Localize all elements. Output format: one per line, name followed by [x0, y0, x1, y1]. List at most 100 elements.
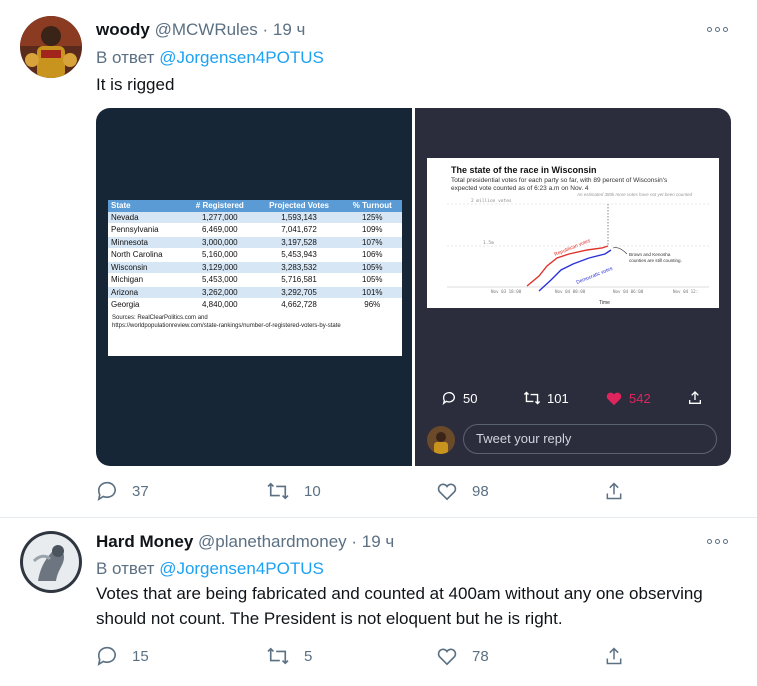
more-options-icon[interactable]	[707, 536, 731, 546]
timestamp[interactable]: · 19 ч	[351, 532, 394, 551]
avatar[interactable]	[20, 16, 82, 78]
more-options-icon[interactable]	[707, 24, 731, 34]
table-cell: North Carolina	[108, 248, 185, 262]
annotation: An estimated 380k more votes have not ye…	[576, 192, 693, 197]
reply-handle-link[interactable]: @Jorgensen4POTUS	[159, 559, 324, 578]
table-cell: Nevada	[108, 211, 185, 224]
inner-avatar	[427, 426, 455, 454]
x-tick: Nov 03 18:00	[491, 289, 522, 294]
inner-retweet-button[interactable]: 101	[523, 390, 569, 406]
table-cell: Georgia	[108, 298, 185, 312]
table-cell: 5,160,000	[184, 248, 256, 262]
y-label: 2 million votes	[471, 198, 512, 204]
like-button[interactable]: 98	[436, 481, 489, 501]
table-row: Michigan 5,453,000 5,716,581 105%	[108, 273, 402, 287]
table-row: Pennsylvania 6,469,000 7,041,672 109%	[108, 223, 402, 237]
table-cell: 109%	[342, 223, 402, 237]
chart-plot: 2 million votes 1.5m An estimated 380k m…	[447, 192, 709, 306]
table-cell: 3,000,000	[184, 236, 256, 249]
like-button[interactable]: 78	[436, 646, 489, 666]
timestamp[interactable]: · 19 ч	[263, 20, 306, 39]
inner-reply-button[interactable]: 50	[441, 390, 477, 406]
retweet-icon	[267, 482, 289, 500]
tweet-header: Hard Money @planethardmoney · 19 ч	[96, 531, 394, 553]
table-cell: 107%	[342, 236, 402, 249]
table-cell: Michigan	[108, 273, 185, 287]
reply-button[interactable]: 15	[96, 646, 149, 666]
inner-like-count: 542	[629, 390, 651, 406]
table-cell: 101%	[342, 286, 402, 299]
tweet[interactable]: woody @MCWRules · 19 ч В ответ @Jorgense…	[0, 0, 757, 518]
share-icon	[606, 482, 622, 500]
table-cell: 3,283,532	[255, 261, 343, 274]
reply-context: В ответ @Jorgensen4POTUS	[96, 558, 324, 580]
author-name[interactable]: woody	[96, 20, 150, 39]
inner-reply-box: Tweet your reply	[427, 424, 717, 456]
heart-icon	[437, 648, 457, 666]
heart-filled-icon	[606, 392, 622, 406]
tweet[interactable]: Hard Money @planethardmoney · 19 ч В отв…	[0, 519, 757, 686]
like-count: 78	[472, 647, 489, 665]
table-cell: Wisconsin	[108, 261, 185, 274]
table-row: Georgia 4,840,000 4,662,728 96%	[108, 298, 402, 312]
table-row: Minnesota 3,000,000 3,197,528 107%	[108, 236, 402, 249]
table-cell: 3,292,705	[255, 286, 343, 299]
table-header: Projected Votes	[255, 200, 343, 212]
table-cell: 105%	[342, 261, 402, 274]
table-header: State	[108, 200, 185, 212]
reply-icon	[442, 392, 455, 405]
tweet-text: It is rigged	[96, 75, 175, 94]
share-button[interactable]	[604, 646, 624, 666]
like-count: 98	[472, 482, 489, 500]
reply-handle-link[interactable]: @Jorgensen4POTUS	[159, 48, 324, 67]
reply-icon	[97, 481, 116, 501]
annotation-text: An estimated 380k more votes have not ye…	[576, 192, 693, 197]
table-cell: 7,041,672	[255, 223, 343, 237]
x-tick: Nov 04 00:00	[555, 289, 586, 294]
reply-prefix: В ответ	[96, 48, 155, 67]
table-cell: 5,453,943	[255, 248, 343, 262]
retweet-button[interactable]: 5	[266, 646, 312, 666]
share-button[interactable]	[604, 481, 624, 501]
table-cell: 1,277,000	[184, 211, 256, 224]
retweet-button[interactable]: 10	[266, 481, 321, 501]
inner-like-button[interactable]: 542	[605, 390, 651, 406]
media-image-table[interactable]: State # Registered Projected Votes % Tur…	[96, 108, 412, 466]
x-tick: Nov 04 12:	[673, 289, 698, 294]
retweet-icon	[523, 391, 541, 405]
author-handle[interactable]: @MCWRules	[155, 20, 258, 39]
tweet-text: Votes that are being fabricated and coun…	[96, 584, 703, 628]
table-cell: Arizona	[108, 286, 185, 299]
inner-retweet-count: 101	[547, 390, 569, 406]
avatar[interactable]	[20, 531, 82, 593]
table-cell: 5,453,000	[184, 273, 256, 287]
author-handle[interactable]: @planethardmoney	[198, 532, 347, 551]
wisconsin-chart-image: The state of the race in Wisconsin Total…	[427, 158, 719, 308]
tweet-media[interactable]: State # Registered Projected Votes % Tur…	[96, 108, 731, 466]
table-cell: 125%	[342, 211, 402, 224]
sources-line: https://worldpopulationreview.com/state-…	[112, 322, 341, 329]
annotation-right: Brown and Kenosha counties are still cou…	[629, 252, 682, 263]
table-cell: 106%	[342, 248, 402, 262]
inner-share-button[interactable]	[687, 390, 703, 406]
series-label-blue: Democratic votes	[576, 266, 615, 286]
table-header: % Turnout	[342, 200, 402, 212]
table-cell: 4,662,728	[255, 298, 343, 312]
x-axis-label: Time	[599, 300, 610, 306]
table-cell: 3,129,000	[184, 261, 256, 274]
reply-button[interactable]: 37	[96, 481, 149, 501]
reply-prefix: В ответ	[96, 559, 155, 578]
inner-tweet-actions: 50 101 542	[415, 390, 731, 414]
table-cell: 5,716,581	[255, 273, 343, 287]
inner-reply-input[interactable]: Tweet your reply	[463, 424, 717, 454]
retweet-count: 10	[304, 482, 321, 500]
share-icon	[689, 391, 701, 404]
table-cell: 3,262,000	[184, 286, 256, 299]
y-label: 1.5m	[483, 240, 494, 246]
table-cell: Minnesota	[108, 236, 185, 249]
series-label-red: Republican votes	[554, 238, 592, 258]
table-row: North Carolina 5,160,000 5,453,943 106%	[108, 248, 402, 262]
share-icon	[606, 647, 622, 665]
author-name[interactable]: Hard Money	[96, 532, 193, 551]
media-image-chart[interactable]: The state of the race in Wisconsin Total…	[415, 108, 731, 466]
